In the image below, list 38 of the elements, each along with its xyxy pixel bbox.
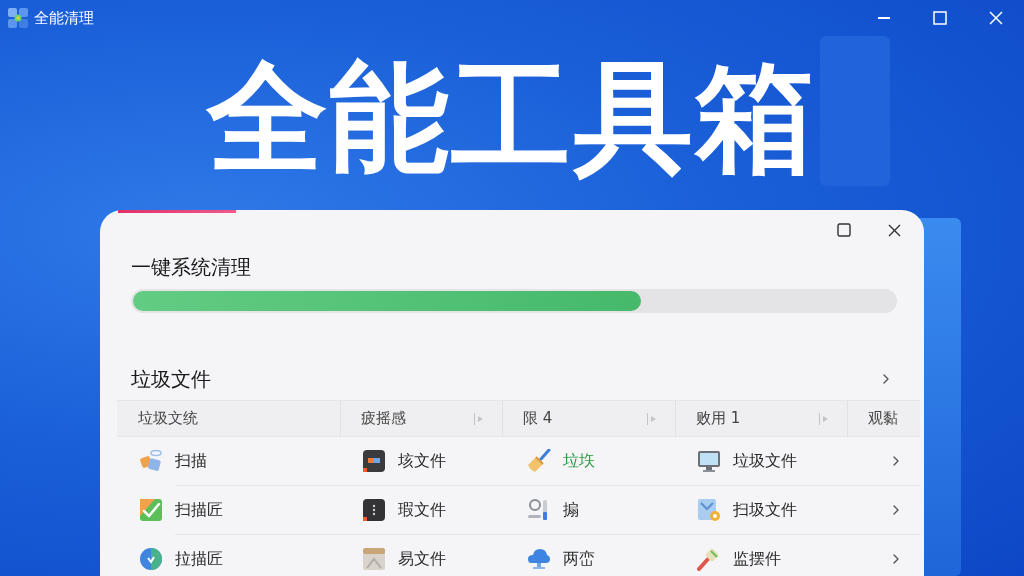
document-badge-icon xyxy=(697,498,721,522)
column-header[interactable]: 限 4 xyxy=(523,407,553,430)
dark-tile-icon xyxy=(362,498,386,522)
window-title: 全能清理 xyxy=(34,7,94,29)
column-header[interactable]: 败用 1 xyxy=(696,407,741,430)
cloud-icon xyxy=(527,547,551,571)
column-header[interactable]: 疲摇感 xyxy=(361,407,406,430)
cell-label: 扫描 xyxy=(175,450,207,472)
minimize-icon xyxy=(878,17,890,19)
cell-label: 易文件 xyxy=(398,548,446,570)
cell-label: 监摆件 xyxy=(733,548,781,570)
maximize-icon xyxy=(933,11,947,25)
close-icon xyxy=(887,223,901,237)
broom-icon xyxy=(527,449,551,473)
cell-label: 扫描匠 xyxy=(175,499,223,521)
app-logo-icon xyxy=(8,8,28,28)
maximize-button[interactable] xyxy=(834,220,854,240)
close-icon xyxy=(989,11,1003,25)
check-circle-icon xyxy=(139,547,163,571)
cell-label: 扫圾文件 xyxy=(733,499,797,521)
box-icon xyxy=(362,547,386,571)
cell-label: 垃圾文件 xyxy=(733,450,797,472)
cell-label: 垓文件 xyxy=(398,450,446,472)
cell-label: 瑕文件 xyxy=(398,499,446,521)
tiles-icon xyxy=(139,449,163,473)
dialog-title: 一键系统清理 xyxy=(131,255,251,279)
check-image-icon xyxy=(139,498,163,522)
cell-label: 拉描匠 xyxy=(175,548,223,570)
brush-icon xyxy=(697,547,721,571)
section-title: 垃圾文件 xyxy=(131,366,211,392)
column-header[interactable]: 垃圾文统 xyxy=(138,407,198,430)
monitor-icon xyxy=(697,449,721,473)
cell-label: 两峦 xyxy=(563,548,595,570)
maximize-icon xyxy=(837,223,851,237)
column-header[interactable]: 观黏 xyxy=(868,407,898,430)
dark-tile-icon xyxy=(362,449,386,473)
cell-label: 垃垁 xyxy=(563,450,595,472)
cell-label: 搧 xyxy=(563,499,579,521)
